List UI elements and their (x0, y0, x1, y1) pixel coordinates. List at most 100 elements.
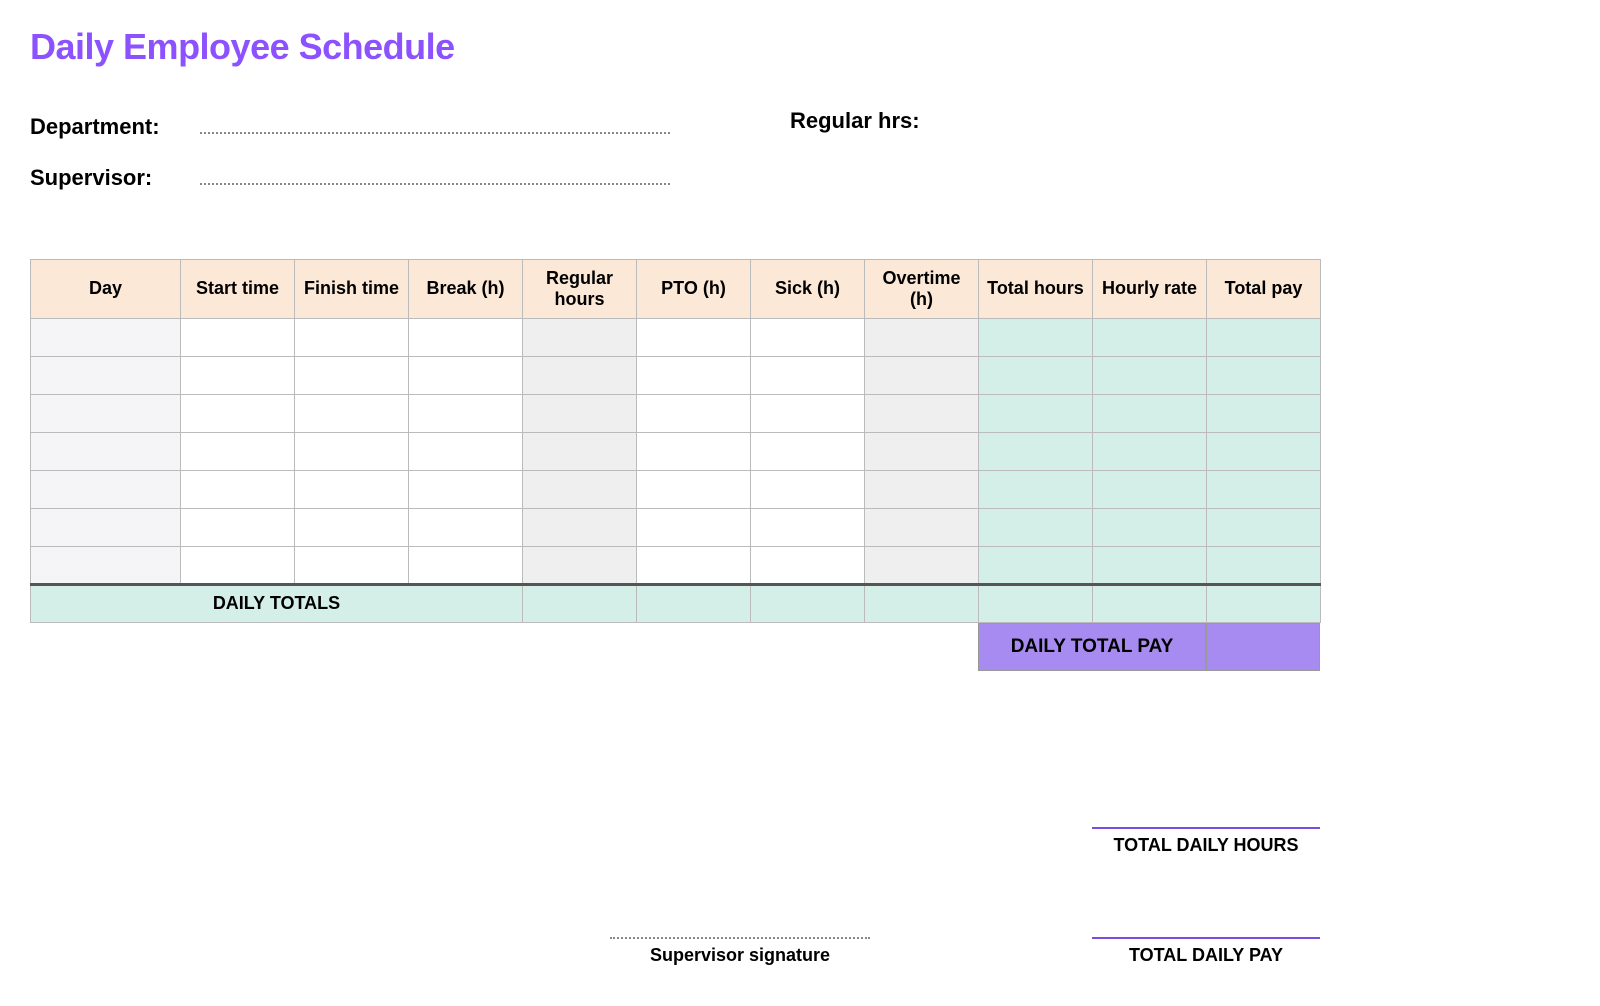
total-daily-pay-line (1092, 937, 1320, 939)
cell-hourly-rate[interactable] (1093, 318, 1207, 356)
cell-hourly-rate[interactable] (1093, 356, 1207, 394)
supervisor-signature-line[interactable] (610, 937, 870, 939)
cell-regular-hours[interactable] (523, 356, 637, 394)
department-input-line[interactable] (200, 108, 670, 134)
cell-finish-time[interactable] (295, 318, 409, 356)
cell-total-hours[interactable] (979, 318, 1093, 356)
cell-total-pay[interactable] (1207, 508, 1321, 546)
cell-total-hours[interactable] (979, 394, 1093, 432)
cell-sick[interactable] (751, 470, 865, 508)
cell-start-time[interactable] (181, 432, 295, 470)
regular-hrs-label: Regular hrs: (790, 108, 940, 134)
cell-pto[interactable] (637, 394, 751, 432)
meta-block: Department: Supervisor: Regular hrs: (30, 108, 1570, 209)
cell-break[interactable] (409, 394, 523, 432)
cell-day[interactable] (31, 432, 181, 470)
cell-break[interactable] (409, 470, 523, 508)
cell-sick[interactable] (751, 318, 865, 356)
th-overtime: Overtime (h) (865, 259, 979, 318)
cell-finish-time[interactable] (295, 508, 409, 546)
supervisor-row: Supervisor: (30, 158, 670, 190)
cell-sick[interactable] (751, 508, 865, 546)
cell-hourly-rate[interactable] (1093, 546, 1207, 584)
th-hourly-rate: Hourly rate (1093, 259, 1207, 318)
cell-hourly-rate[interactable] (1093, 432, 1207, 470)
cell-finish-time[interactable] (295, 356, 409, 394)
cell-sick[interactable] (751, 546, 865, 584)
totals-total-hours (979, 584, 1093, 622)
cell-break[interactable] (409, 508, 523, 546)
cell-finish-time[interactable] (295, 394, 409, 432)
cell-overtime[interactable] (865, 318, 979, 356)
cell-overtime[interactable] (865, 470, 979, 508)
cell-total-hours[interactable] (979, 432, 1093, 470)
cell-total-hours[interactable] (979, 508, 1093, 546)
daily-total-pay-row: DAILY TOTAL PAY (30, 623, 1320, 671)
th-day: Day (31, 259, 181, 318)
cell-total-hours[interactable] (979, 470, 1093, 508)
cell-regular-hours[interactable] (523, 470, 637, 508)
cell-hourly-rate[interactable] (1093, 470, 1207, 508)
cell-regular-hours[interactable] (523, 432, 637, 470)
cell-day[interactable] (31, 546, 181, 584)
cell-overtime[interactable] (865, 546, 979, 584)
cell-start-time[interactable] (181, 394, 295, 432)
cell-pto[interactable] (637, 470, 751, 508)
cell-overtime[interactable] (865, 432, 979, 470)
cell-pto[interactable] (637, 356, 751, 394)
cell-total-pay[interactable] (1207, 356, 1321, 394)
cell-regular-hours[interactable] (523, 394, 637, 432)
cell-sick[interactable] (751, 432, 865, 470)
cell-day[interactable] (31, 394, 181, 432)
cell-day[interactable] (31, 356, 181, 394)
cell-total-hours[interactable] (979, 356, 1093, 394)
cell-break[interactable] (409, 546, 523, 584)
cell-sick[interactable] (751, 356, 865, 394)
totals-sick (751, 584, 865, 622)
cell-overtime[interactable] (865, 356, 979, 394)
cell-regular-hours[interactable] (523, 508, 637, 546)
cell-sick[interactable] (751, 394, 865, 432)
cell-total-pay[interactable] (1207, 394, 1321, 432)
cell-day[interactable] (31, 508, 181, 546)
cell-pto[interactable] (637, 546, 751, 584)
cell-total-pay[interactable] (1207, 546, 1321, 584)
cell-hourly-rate[interactable] (1093, 508, 1207, 546)
cell-pto[interactable] (637, 432, 751, 470)
cell-day[interactable] (31, 470, 181, 508)
total-daily-hours-label: TOTAL DAILY HOURS (1092, 835, 1320, 856)
cell-total-hours[interactable] (979, 546, 1093, 584)
cell-break[interactable] (409, 318, 523, 356)
cell-finish-time[interactable] (295, 546, 409, 584)
cell-break[interactable] (409, 356, 523, 394)
cell-total-pay[interactable] (1207, 432, 1321, 470)
cell-total-pay[interactable] (1207, 318, 1321, 356)
cell-start-time[interactable] (181, 318, 295, 356)
totals-regular-hours (523, 584, 637, 622)
cell-finish-time[interactable] (295, 432, 409, 470)
table-row (31, 546, 1321, 584)
department-label: Department: (30, 114, 180, 140)
cell-total-pay[interactable] (1207, 470, 1321, 508)
cell-finish-time[interactable] (295, 470, 409, 508)
cell-pto[interactable] (637, 508, 751, 546)
cell-regular-hours[interactable] (523, 318, 637, 356)
cell-start-time[interactable] (181, 546, 295, 584)
th-finish-time: Finish time (295, 259, 409, 318)
cell-overtime[interactable] (865, 394, 979, 432)
cell-break[interactable] (409, 432, 523, 470)
totals-hourly-rate (1093, 584, 1207, 622)
supervisor-signature-label: Supervisor signature (610, 945, 870, 966)
cell-pto[interactable] (637, 318, 751, 356)
cell-overtime[interactable] (865, 508, 979, 546)
cell-start-time[interactable] (181, 470, 295, 508)
cell-start-time[interactable] (181, 508, 295, 546)
totals-total-pay (1207, 584, 1321, 622)
supervisor-input-line[interactable] (200, 158, 670, 184)
cell-regular-hours[interactable] (523, 546, 637, 584)
cell-day[interactable] (31, 318, 181, 356)
cell-hourly-rate[interactable] (1093, 394, 1207, 432)
th-regular-hours: Regular hours (523, 259, 637, 318)
totals-pto (637, 584, 751, 622)
cell-start-time[interactable] (181, 356, 295, 394)
